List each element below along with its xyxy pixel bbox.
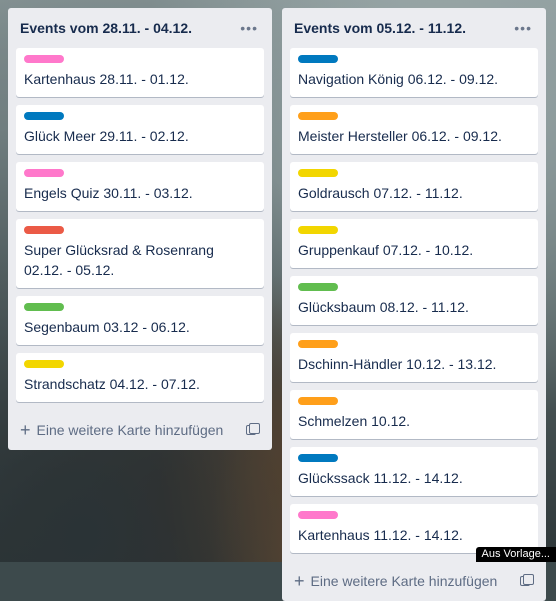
card-title: Glückssack 11.12. - 14.12. — [298, 468, 530, 488]
card-label[interactable] — [298, 397, 338, 405]
card[interactable]: Engels Quiz 30.11. - 03.12. — [16, 162, 264, 211]
card-title: Glücksbaum 08.12. - 11.12. — [298, 297, 530, 317]
card-label[interactable] — [298, 454, 338, 462]
card-title: Schmelzen 10.12. — [298, 411, 530, 431]
list-week-2: Events vom 05.12. - 11.12. ••• Navigatio… — [282, 8, 546, 601]
card-title: Gruppenkauf 07.12. - 10.12. — [298, 240, 530, 260]
card-label[interactable] — [24, 303, 64, 311]
list-title[interactable]: Events vom 05.12. - 11.12. — [294, 20, 466, 36]
card-title: Segenbaum 03.12 - 06.12. — [24, 317, 256, 337]
card-label[interactable] — [24, 169, 64, 177]
card[interactable]: Strandschatz 04.12. - 07.12. — [16, 353, 264, 402]
card-label[interactable] — [298, 340, 338, 348]
card[interactable]: Glück Meer 29.11. - 02.12. — [16, 105, 264, 154]
more-icon[interactable]: ••• — [236, 20, 262, 36]
card[interactable]: Kartenhaus 28.11. - 01.12. — [16, 48, 264, 97]
card-list: Kartenhaus 28.11. - 01.12. Glück Meer 29.… — [16, 48, 264, 402]
card-label[interactable] — [298, 169, 338, 177]
card-label[interactable] — [298, 511, 338, 519]
card-template-icon[interactable] — [520, 574, 534, 588]
card-composer: + Eine weitere Karte hinzufügen — [16, 410, 264, 450]
card-title: Super Glücksrad & Rosenrang 02.12. - 05.… — [24, 240, 256, 280]
card-label[interactable] — [298, 226, 338, 234]
card-composer: + Eine weitere Karte hinzufügen — [290, 561, 538, 601]
card-label[interactable] — [298, 283, 338, 291]
card-title: Goldrausch 07.12. - 11.12. — [298, 183, 530, 203]
card-title: Meister Hersteller 06.12. - 09.12. — [298, 126, 530, 146]
card[interactable]: Schmelzen 10.12. — [290, 390, 538, 439]
photo-credit[interactable]: Aus Vorlage... — [476, 547, 556, 562]
card-label[interactable] — [24, 226, 64, 234]
card[interactable]: Segenbaum 03.12 - 06.12. — [16, 296, 264, 345]
list-header: Events vom 05.12. - 11.12. ••• — [290, 8, 538, 48]
list-header: Events vom 28.11. - 04.12. ••• — [16, 8, 264, 48]
card-list: Navigation König 06.12. - 09.12. Meister … — [290, 48, 538, 553]
plus-icon: + — [294, 572, 305, 590]
add-card-label: Eine weitere Karte hinzufügen — [311, 573, 498, 589]
card[interactable]: Gruppenkauf 07.12. - 10.12. — [290, 219, 538, 268]
card-title: Engels Quiz 30.11. - 03.12. — [24, 183, 256, 203]
card-label[interactable] — [298, 55, 338, 63]
card-title: Glück Meer 29.11. - 02.12. — [24, 126, 256, 146]
card[interactable]: Glückssack 11.12. - 14.12. — [290, 447, 538, 496]
list-title[interactable]: Events vom 28.11. - 04.12. — [20, 20, 192, 36]
card-template-icon[interactable] — [246, 423, 260, 437]
card[interactable]: Goldrausch 07.12. - 11.12. — [290, 162, 538, 211]
card-title: Dschinn-Händler 10.12. - 13.12. — [298, 354, 530, 374]
card-label[interactable] — [24, 112, 64, 120]
more-icon[interactable]: ••• — [510, 20, 536, 36]
card-label[interactable] — [24, 360, 64, 368]
add-card-button[interactable]: + Eine weitere Karte hinzufügen — [20, 421, 223, 439]
card-title: Navigation König 06.12. - 09.12. — [298, 69, 530, 89]
list-week-1: Events vom 28.11. - 04.12. ••• Kartenhau… — [8, 8, 272, 450]
plus-icon: + — [20, 421, 31, 439]
card-label[interactable] — [298, 112, 338, 120]
card-title: Kartenhaus 28.11. - 01.12. — [24, 69, 256, 89]
card[interactable]: Kartenhaus 11.12. - 14.12. — [290, 504, 538, 553]
add-card-button[interactable]: + Eine weitere Karte hinzufügen — [294, 572, 497, 590]
add-card-label: Eine weitere Karte hinzufügen — [37, 422, 224, 438]
card[interactable]: Super Glücksrad & Rosenrang 02.12. - 05.… — [16, 219, 264, 288]
card[interactable]: Dschinn-Händler 10.12. - 13.12. — [290, 333, 538, 382]
card-title: Kartenhaus 11.12. - 14.12. — [298, 525, 530, 545]
card[interactable]: Navigation König 06.12. - 09.12. — [290, 48, 538, 97]
card[interactable]: Meister Hersteller 06.12. - 09.12. — [290, 105, 538, 154]
card[interactable]: Glücksbaum 08.12. - 11.12. — [290, 276, 538, 325]
card-title: Strandschatz 04.12. - 07.12. — [24, 374, 256, 394]
card-label[interactable] — [24, 55, 64, 63]
